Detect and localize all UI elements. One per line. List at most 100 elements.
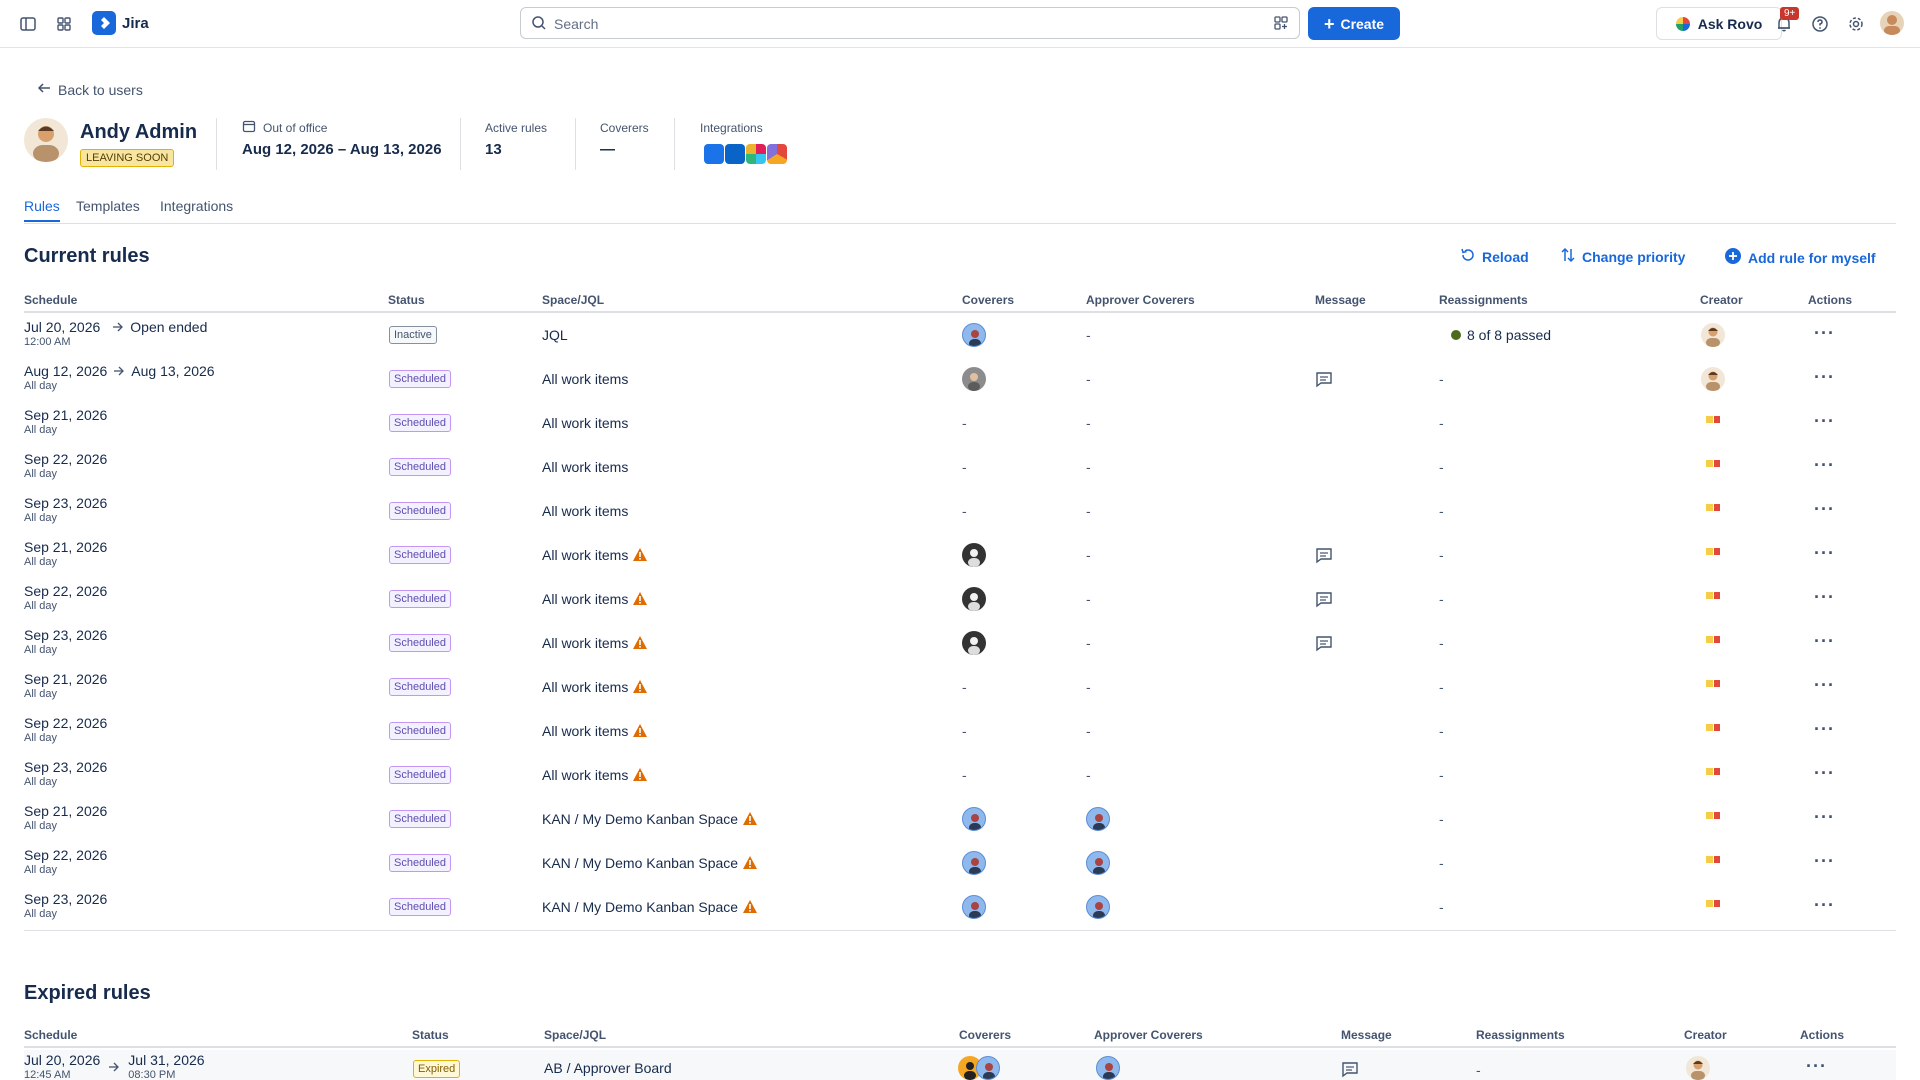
create-button[interactable]: + Create (1308, 7, 1400, 40)
space-cell[interactable]: AB / Approver Board (544, 1060, 672, 1076)
creator-avatar[interactable] (1706, 548, 1720, 555)
creator-avatar[interactable] (1706, 636, 1720, 643)
table-row[interactable]: Sep 23, 2026 All day Scheduled All work ite… (24, 754, 1896, 798)
tab-integrations[interactable]: Integrations (160, 198, 233, 214)
space-cell[interactable]: All work items (542, 415, 628, 431)
col-schedule[interactable]: Schedule (24, 293, 77, 307)
app-name[interactable]: Jira (122, 15, 149, 32)
approver-coverer-avatar[interactable] (1086, 807, 1110, 831)
space-cell[interactable]: All work items (542, 371, 628, 387)
coverer-avatar[interactable] (962, 895, 986, 919)
col-actions[interactable]: Actions (1800, 1028, 1844, 1042)
sidebar-toggle-icon[interactable] (16, 12, 40, 36)
expired-table-row[interactable]: Jul 20, 2026 12:45 AM Jul 31, 2026 08:30… (24, 1050, 1896, 1080)
back-to-users-link[interactable]: Back to users (36, 80, 143, 99)
col-approver-coverers[interactable]: Approver Coverers (1094, 1028, 1203, 1042)
more-actions-icon[interactable]: ··· (1814, 499, 1835, 520)
col-space[interactable]: Space/JQL (544, 1028, 606, 1042)
warning-icon[interactable] (632, 767, 648, 783)
col-status[interactable]: Status (388, 293, 425, 307)
col-message[interactable]: Message (1315, 293, 1366, 307)
col-coverers[interactable]: Coverers (959, 1028, 1011, 1042)
warning-icon[interactable] (742, 855, 758, 871)
creator-avatar[interactable] (1706, 504, 1720, 511)
warning-icon[interactable] (632, 591, 648, 607)
col-reassignments[interactable]: Reassignments (1476, 1028, 1565, 1042)
jira-logo-icon[interactable] (92, 11, 116, 35)
table-row[interactable]: Aug 12, 2026 Aug 13, 2026 All day Scheduled… (24, 358, 1896, 402)
warning-icon[interactable] (632, 723, 648, 739)
more-actions-icon[interactable]: ··· (1814, 631, 1835, 652)
table-row[interactable]: Sep 22, 2026 All day Scheduled KAN / My Dem… (24, 842, 1896, 886)
coverer-avatar[interactable] (962, 543, 986, 567)
more-actions-icon[interactable]: ··· (1814, 851, 1835, 872)
table-row[interactable]: Sep 21, 2026 All day Scheduled All work ite… (24, 666, 1896, 710)
profile-avatar[interactable] (1880, 11, 1904, 35)
coverer-avatar[interactable] (962, 367, 986, 391)
coverer-avatar[interactable] (962, 807, 986, 831)
more-actions-icon[interactable]: ··· (1814, 411, 1835, 432)
col-creator[interactable]: Creator (1700, 293, 1743, 307)
table-row[interactable]: Sep 23, 2026 All day Scheduled KAN / My Dem… (24, 886, 1896, 930)
space-cell[interactable]: KAN / My Demo Kanban Space (542, 899, 758, 915)
col-schedule[interactable]: Schedule (24, 1028, 77, 1042)
tab-rules[interactable]: Rules (24, 198, 60, 214)
help-icon[interactable] (1808, 12, 1832, 36)
tab-templates[interactable]: Templates (76, 198, 140, 214)
table-row[interactable]: Sep 23, 2026 All day Scheduled All work ite… (24, 490, 1896, 534)
coverer-avatar[interactable] (962, 323, 986, 347)
col-space[interactable]: Space/JQL (542, 293, 604, 307)
more-actions-icon[interactable]: ··· (1814, 763, 1835, 784)
message-icon[interactable] (1315, 370, 1333, 391)
warning-icon[interactable] (632, 547, 648, 563)
table-row[interactable]: Sep 21, 2026 All day Scheduled All work ite… (24, 402, 1896, 446)
warning-icon[interactable] (742, 899, 758, 915)
col-coverers[interactable]: Coverers (962, 293, 1014, 307)
space-cell[interactable]: All work items (542, 767, 648, 783)
table-row[interactable]: Sep 21, 2026 All day Scheduled KAN / My Dem… (24, 798, 1896, 842)
warning-icon[interactable] (632, 635, 648, 651)
reload-button[interactable]: Reload (1460, 247, 1529, 266)
creator-avatar[interactable] (1706, 900, 1720, 907)
creator-avatar[interactable] (1706, 856, 1720, 863)
space-cell[interactable]: All work items (542, 591, 648, 607)
more-actions-icon[interactable]: ··· (1806, 1056, 1827, 1077)
space-cell[interactable]: JQL (542, 327, 568, 343)
more-actions-icon[interactable]: ··· (1814, 895, 1835, 916)
coverer-avatar[interactable] (962, 631, 986, 655)
space-cell[interactable]: All work items (542, 723, 648, 739)
space-cell[interactable]: All work items (542, 459, 628, 475)
more-actions-icon[interactable]: ··· (1814, 455, 1835, 476)
col-reassignments[interactable]: Reassignments (1439, 293, 1528, 307)
message-icon[interactable] (1341, 1060, 1359, 1080)
col-status[interactable]: Status (412, 1028, 449, 1042)
app-switcher-icon[interactable] (52, 12, 76, 36)
space-cell[interactable]: KAN / My Demo Kanban Space (542, 855, 758, 871)
more-actions-icon[interactable]: ··· (1814, 323, 1835, 344)
approver-coverer-avatar[interactable] (1086, 851, 1110, 875)
creator-avatar[interactable] (1706, 768, 1720, 775)
message-icon[interactable] (1315, 590, 1333, 611)
message-icon[interactable] (1315, 634, 1333, 655)
table-row[interactable]: Jul 20, 2026 Open ended 12:00 AM Inactive JQ… (24, 314, 1896, 358)
reassignments-cell[interactable]: 8 of 8 passed (1451, 327, 1551, 343)
coverer-avatar[interactable] (976, 1056, 1000, 1080)
more-actions-icon[interactable]: ··· (1814, 543, 1835, 564)
creator-avatar[interactable] (1701, 323, 1725, 347)
space-cell[interactable]: All work items (542, 635, 648, 651)
approver-coverer-avatar[interactable] (1096, 1056, 1120, 1080)
space-cell[interactable]: KAN / My Demo Kanban Space (542, 811, 758, 827)
more-actions-icon[interactable]: ··· (1814, 675, 1835, 696)
space-cell[interactable]: All work items (542, 503, 628, 519)
creator-avatar[interactable] (1706, 724, 1720, 731)
more-actions-icon[interactable]: ··· (1814, 367, 1835, 388)
table-row[interactable]: Sep 21, 2026 All day Scheduled All work ite… (24, 534, 1896, 578)
creator-avatar[interactable] (1706, 460, 1720, 467)
ask-rovo-button[interactable]: Ask Rovo (1656, 7, 1782, 40)
coverer-avatar[interactable] (962, 851, 986, 875)
more-actions-icon[interactable]: ··· (1814, 719, 1835, 740)
space-cell[interactable]: All work items (542, 679, 648, 695)
table-row[interactable]: Sep 23, 2026 All day Scheduled All work ite… (24, 622, 1896, 666)
creator-avatar[interactable] (1706, 416, 1720, 423)
add-rule-button[interactable]: Add rule for myself (1724, 247, 1876, 268)
